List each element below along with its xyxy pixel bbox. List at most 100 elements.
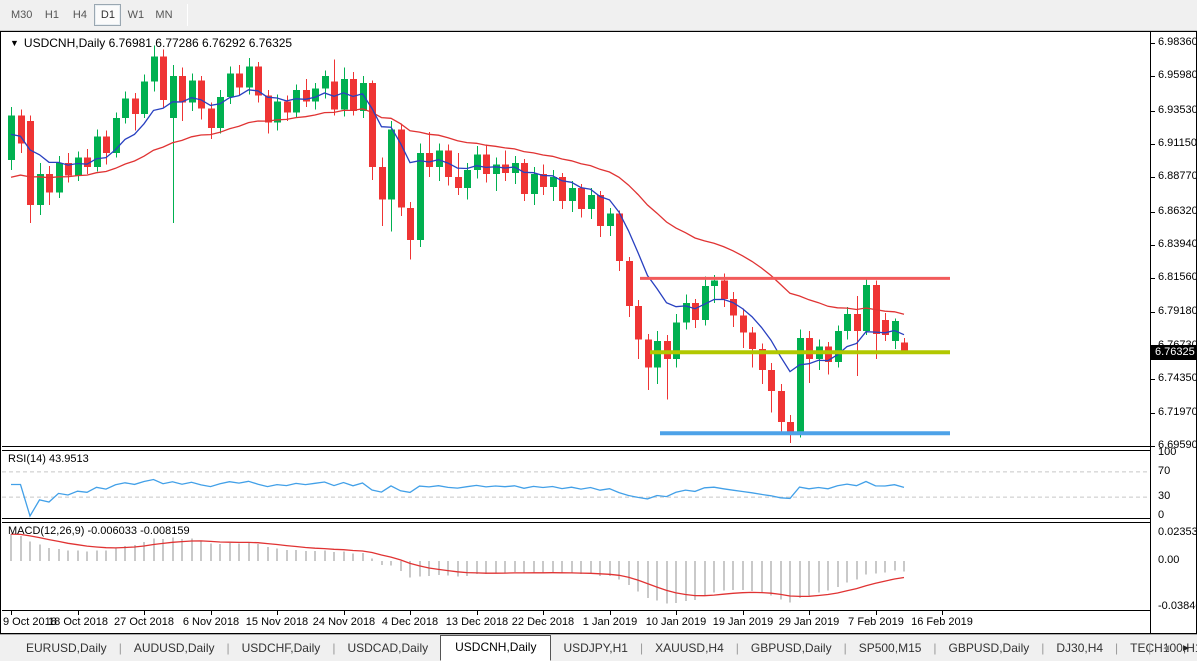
date-axis-tick <box>477 611 478 615</box>
macd-bar <box>837 561 839 587</box>
macd-bar <box>875 561 877 574</box>
chart-tabbar: EURUSD,Daily | AUDUSD,Daily | USDCHF,Daily | U… <box>0 634 1197 661</box>
chart-tab-xauusd-h4[interactable]: XAUUSD,H4 <box>643 637 736 660</box>
price-axis-tick <box>1151 278 1155 279</box>
mt4-terminal: { "toolbar": { "timeframes": [ {"label":… <box>0 0 1197 661</box>
macd-bar <box>267 547 269 561</box>
macd-bar <box>571 561 573 574</box>
candle-body <box>597 195 604 226</box>
candle-body <box>588 195 595 210</box>
macd-bar <box>903 561 905 572</box>
candle-body <box>578 188 585 210</box>
tab-scroll-controls: | ◄ ► <box>1148 641 1191 655</box>
rsi-axis-label: 100 <box>1158 446 1177 458</box>
price-chart-canvas[interactable] <box>2 32 1150 447</box>
macd-bar <box>485 561 487 575</box>
timeframe-button-h1[interactable]: H1 <box>38 4 65 26</box>
macd-bar <box>257 543 259 561</box>
price-axis[interactable]: 6.76325 6.98360 6.95980 6.93530 6.91150 6.88… <box>1150 32 1197 633</box>
date-axis[interactable]: 9 Oct 2018 18 Oct 2018 27 Oct 2018 6 Nov 20… <box>2 611 1150 633</box>
date-axis-label: 29 Jan 2019 <box>778 616 840 628</box>
candle-body <box>664 340 671 359</box>
macd-bar <box>666 561 668 604</box>
price-axis-tick <box>1151 446 1155 447</box>
chart-tab-audusd-daily[interactable]: AUDUSD,Daily <box>122 637 227 660</box>
chart-title: ▼ USDCNH,Daily 6.76981 6.77286 6.76292 6.… <box>10 36 292 50</box>
ma-fast-line <box>10 89 905 373</box>
macd-bar <box>343 551 345 561</box>
macd-bar <box>191 538 193 561</box>
tab-scroll-left-icon[interactable]: ◄ <box>1161 643 1171 654</box>
macd-bar <box>542 561 544 573</box>
chevron-down-icon[interactable]: ▼ <box>10 38 19 48</box>
chart-tab-dj30-h4[interactable]: DJ30,H4 <box>1044 637 1115 660</box>
macd-axis-label: 0.00 <box>1158 554 1180 566</box>
macd-bar <box>466 561 468 576</box>
timeframe-button-m30[interactable]: M30 <box>6 4 37 26</box>
timeframe-button-mn[interactable]: MN <box>150 4 177 26</box>
candle-body <box>616 213 623 261</box>
timeframe-toolbar: M30 H1 H4 D1 W1 MN <box>0 0 1197 31</box>
candle-body <box>227 73 234 98</box>
chart-tab-eurusd-daily[interactable]: EURUSD,Daily <box>14 637 119 660</box>
rsi-label: RSI(14) 43.9513 <box>8 453 89 465</box>
candle-body <box>103 136 110 154</box>
rsi-panel[interactable]: RSI(14) 43.9513 <box>2 450 1150 519</box>
date-axis-tick <box>676 611 677 615</box>
date-axis-tick <box>610 611 611 615</box>
candle-body <box>464 170 471 189</box>
date-axis-tick <box>344 611 345 615</box>
candle-body <box>844 314 851 331</box>
chart-tab-usdcnh-daily[interactable]: USDCNH,Daily <box>440 635 552 661</box>
chart-tab-usdjpy-h1[interactable]: USDJPY,H1 <box>551 637 639 660</box>
date-axis-label: 22 Dec 2018 <box>511 616 575 628</box>
candle-body <box>740 315 747 333</box>
date-axis-label: 10 Jan 2019 <box>645 616 707 628</box>
chart-tab-usdcad-daily[interactable]: USDCAD,Daily <box>335 637 440 660</box>
macd-bar <box>162 538 164 561</box>
chart-tab-sp500-m15[interactable]: SP500,M15 <box>847 637 934 660</box>
candle-body <box>436 150 443 168</box>
candle-body <box>170 76 177 119</box>
macd-bar <box>590 561 592 574</box>
macd-bar <box>894 561 896 571</box>
timeframe-button-d1[interactable]: D1 <box>94 4 122 26</box>
candle-body <box>483 154 490 175</box>
candle-body <box>122 98 129 119</box>
candle-body <box>626 261 633 306</box>
macd-bar <box>514 561 516 572</box>
timeframe-button-w1[interactable]: W1 <box>122 4 149 26</box>
macd-bar <box>248 542 250 561</box>
price-axis-label: 6.86320 <box>1158 205 1197 217</box>
chart-tab-gbpusd-daily[interactable]: GBPUSD,Daily <box>937 637 1042 660</box>
macd-bar <box>476 561 478 575</box>
tab-scroll-right-icon[interactable]: ► <box>1181 643 1191 654</box>
price-axis-tick <box>1151 379 1155 380</box>
price-axis-tick <box>1151 111 1155 112</box>
chart-tab-usdchf-daily[interactable]: USDCHF,Daily <box>230 637 333 660</box>
macd-bar <box>818 561 820 593</box>
timeframe-button-h4[interactable]: H4 <box>66 4 93 26</box>
price-axis-label: 6.81560 <box>1158 271 1197 283</box>
chart-tab-gbpusd-daily[interactable]: GBPUSD,Daily <box>739 637 844 660</box>
date-axis-tick <box>410 611 411 615</box>
price-panel[interactable]: ▼ USDCNH,Daily 6.76981 6.77286 6.76292 6.… <box>2 32 1150 447</box>
candle-body <box>417 153 424 240</box>
macd-axis-label: -0.038466 <box>1158 600 1197 612</box>
macd-bar <box>419 561 421 577</box>
macd-bar <box>238 543 240 561</box>
macd-panel[interactable]: MACD(12,26,9) -0.006033 -0.008159 <box>2 522 1150 611</box>
price-axis-tick <box>1151 413 1155 414</box>
macd-bar <box>210 543 212 561</box>
macd-bar <box>799 561 801 598</box>
candle-body <box>236 73 243 88</box>
candle-body <box>75 157 82 176</box>
current-price-tag: 6.76325 <box>1151 345 1197 360</box>
price-axis-tick <box>1151 43 1155 44</box>
date-axis-label: 7 Feb 2019 <box>848 616 904 628</box>
candle-body <box>749 332 756 350</box>
macd-bar <box>561 561 563 574</box>
candle-body <box>711 280 718 287</box>
macd-bar <box>77 550 79 561</box>
price-axis-tick <box>1151 245 1155 246</box>
